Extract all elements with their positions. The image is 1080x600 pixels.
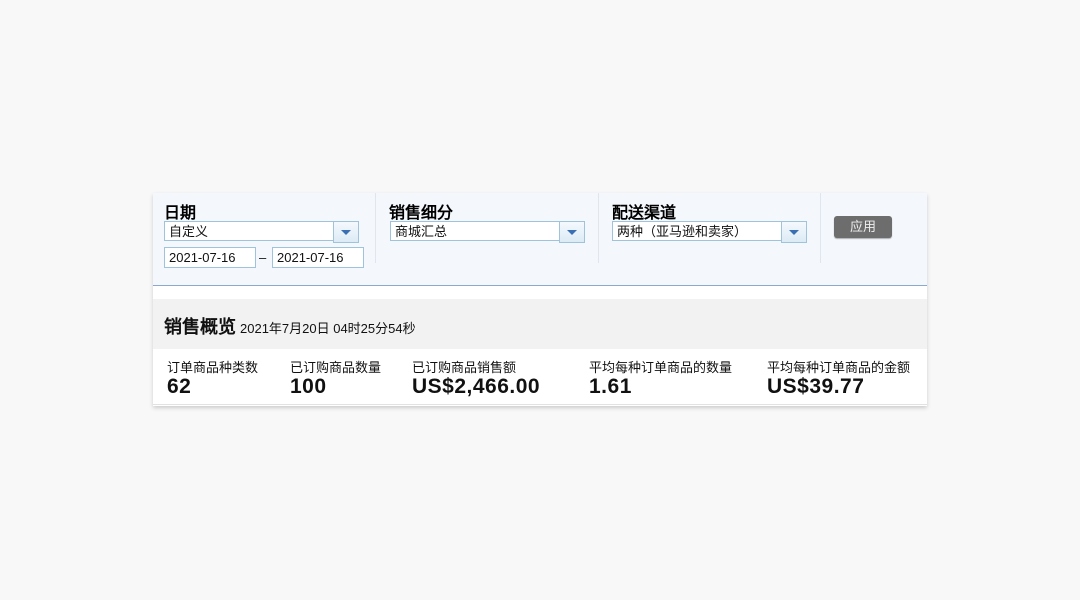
date-range-value: 自定义 [169, 224, 209, 239]
metric-value: US$2,466.00 [412, 375, 541, 398]
metric-label: 平均每种订单商品的金额 [767, 360, 911, 375]
divider [598, 193, 599, 263]
metric-label: 订单商品种类数 [167, 360, 259, 375]
divider [153, 404, 927, 405]
date-filter-group: 日期 自定义 2021-07-16 – 2021-07-16 [153, 193, 375, 285]
channel-filter-group: 配送渠道 两种（亚马逊和卖家） [601, 193, 819, 285]
filter-bar: 日期 自定义 2021-07-16 – 2021-07-16 销售细分 商城汇总 [153, 193, 927, 286]
segment-dropdown-button[interactable] [559, 221, 585, 243]
segment-filter-group: 销售细分 商城汇总 [378, 193, 598, 285]
metric-value: 1.61 [589, 375, 632, 398]
summary-timestamp: 2021年7月20日 04时25分54秒 [240, 321, 416, 336]
divider [375, 193, 376, 263]
divider [820, 193, 821, 263]
metric-value: 62 [167, 375, 192, 398]
channel-value: 两种（亚马逊和卖家） [617, 224, 748, 239]
chevron-down-icon [567, 229, 577, 235]
segment-value: 商城汇总 [395, 224, 448, 239]
start-date-input[interactable]: 2021-07-16 [164, 247, 256, 268]
channel-label: 配送渠道 [612, 205, 677, 222]
metric-value: 100 [290, 375, 327, 398]
metric-value: US$39.77 [767, 375, 865, 398]
chevron-down-icon [789, 229, 799, 235]
sales-summary-header: 销售概览 2021年7月20日 04时25分54秒 [153, 299, 927, 349]
metric-label: 已订购商品销售额 [412, 360, 517, 375]
end-date-input[interactable]: 2021-07-16 [272, 247, 364, 268]
channel-dropdown-button[interactable] [781, 221, 807, 243]
date-label: 日期 [164, 205, 197, 222]
date-range-select[interactable]: 自定义 [164, 221, 359, 243]
date-range-dropdown-button[interactable] [333, 221, 359, 243]
date-separator: – [259, 250, 267, 265]
summary-title: 销售概览 [164, 317, 236, 337]
segment-label: 销售细分 [389, 205, 454, 222]
metric-label: 平均每种订单商品的数量 [589, 360, 733, 375]
chevron-down-icon [341, 229, 351, 235]
metric-label: 已订购商品数量 [290, 360, 382, 375]
sales-dashboard-panel: 日期 自定义 2021-07-16 – 2021-07-16 销售细分 商城汇总 [153, 193, 927, 406]
apply-button[interactable]: 应用 [834, 216, 892, 238]
channel-select[interactable]: 两种（亚马逊和卖家） [612, 221, 807, 243]
segment-select[interactable]: 商城汇总 [390, 221, 585, 243]
